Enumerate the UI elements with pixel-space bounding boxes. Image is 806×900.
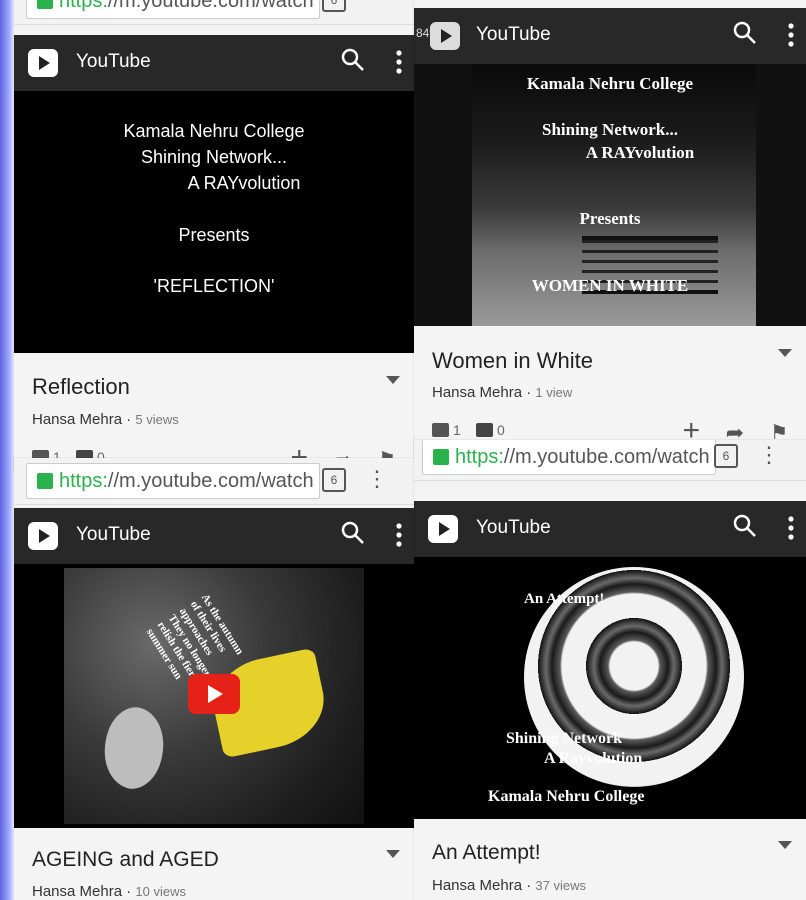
url-bar[interactable]: https://m.youtube.com/watch 6 <box>14 0 414 25</box>
more-options-icon[interactable] <box>392 520 406 550</box>
video-text-line: Shining Network... <box>541 120 679 139</box>
channel-info: Hansa Mehra · 10 views <box>32 883 186 900</box>
tab-switcher-button[interactable]: 6 <box>714 444 738 468</box>
video-title: AGEING and AGED <box>32 848 219 871</box>
video-text-line: 'REFLECTION' <box>153 276 275 296</box>
thumbs-up-icon <box>432 423 449 437</box>
video-text-line: A RAYvolution <box>585 143 695 162</box>
browser-menu-icon[interactable]: ⋮ <box>758 442 780 468</box>
youtube-title: YouTube <box>476 24 551 45</box>
expand-description-icon[interactable] <box>778 841 792 849</box>
search-icon[interactable] <box>340 47 366 73</box>
youtube-header: YouTube <box>14 35 414 91</box>
lock-icon <box>37 473 53 489</box>
more-options-icon[interactable] <box>784 513 798 543</box>
more-options-icon[interactable] <box>784 20 798 50</box>
video-player[interactable]: Kamala Nehru College Shining Network... … <box>14 91 414 353</box>
video-player[interactable]: As the autumn of their lives approaches … <box>14 564 414 828</box>
video-text-line: A RAYvolution <box>187 173 301 193</box>
video-info: Reflection Hansa Mehra · 5 views 1 0 + ➦… <box>14 353 414 470</box>
search-icon[interactable] <box>340 520 366 546</box>
view-count: 5 views <box>135 412 179 427</box>
video-title: An Attempt! <box>432 841 541 864</box>
channel-name[interactable]: Hansa Mehra <box>32 883 122 900</box>
channel-name[interactable]: Hansa Mehra <box>432 877 522 894</box>
video-text-line: Kamala Nehru College <box>123 121 305 141</box>
youtube-title: YouTube <box>476 517 551 538</box>
video-text-line: Kamala Nehru College <box>526 74 694 93</box>
video-text-line: Presents <box>178 225 250 245</box>
expand-description-icon[interactable] <box>778 349 792 357</box>
panel-reflection: https://m.youtube.com/watch 6 YouTube Ka… <box>14 0 414 470</box>
expand-description-icon[interactable] <box>386 376 400 384</box>
video-title: Women in White <box>432 348 593 373</box>
youtube-logo-icon[interactable] <box>28 49 58 77</box>
video-text-line: A Rayvolution <box>544 750 643 767</box>
video-title: Reflection <box>32 374 130 399</box>
dislike-button[interactable]: 0 <box>476 422 505 438</box>
channel-name[interactable]: Hansa Mehra <box>32 411 122 428</box>
search-icon[interactable] <box>732 20 758 46</box>
youtube-header: 84% YouTube <box>414 8 806 64</box>
video-player[interactable]: Kamala Nehru College Shining Network... … <box>414 64 806 326</box>
browser-menu-icon[interactable]: ⋮ <box>366 466 388 492</box>
url-field[interactable]: https://m.youtube.com/watch <box>26 463 320 499</box>
thumbs-down-icon <box>476 423 493 437</box>
channel-info: Hansa Mehra · 5 views <box>32 411 179 428</box>
video-text-line: WOMEN IN WHITE <box>531 276 689 295</box>
url-field[interactable]: https://m.youtube.com/watch <box>422 440 716 475</box>
video-text-line: Shining Network <box>506 730 623 747</box>
play-button[interactable] <box>188 674 240 714</box>
lock-icon <box>37 0 53 9</box>
video-text-line: Presents <box>579 209 641 228</box>
youtube-header: YouTube <box>414 501 806 557</box>
video-player[interactable]: An Attempt! Shining Network A Rayvolutio… <box>414 557 806 819</box>
tab-switcher-button[interactable]: 6 <box>322 0 346 12</box>
view-count: 10 views <box>135 884 186 899</box>
channel-name[interactable]: Hansa Mehra <box>432 384 522 401</box>
play-icon <box>208 685 223 703</box>
youtube-logo-icon[interactable] <box>28 522 58 550</box>
youtube-title: YouTube <box>76 51 151 72</box>
channel-info: Hansa Mehra · 37 views <box>432 877 586 894</box>
video-text-line: Kamala Nehru College <box>488 788 645 805</box>
panel-an-attempt: https://m.youtube.com/watch 6 ⋮ YouTube … <box>414 440 806 900</box>
url-bar[interactable]: https://m.youtube.com/watch 6 ⋮ <box>14 458 414 505</box>
view-count: 1 view <box>535 385 573 400</box>
tab-switcher-button[interactable]: 6 <box>322 468 346 492</box>
youtube-logo-icon[interactable] <box>430 22 460 50</box>
more-options-icon[interactable] <box>392 47 406 77</box>
panel-women-in-white: 84% YouTube Kamala Nehru College Shining… <box>414 0 806 462</box>
view-count: 37 views <box>535 878 586 893</box>
youtube-title: YouTube <box>76 524 151 545</box>
youtube-logo-icon[interactable] <box>428 515 458 543</box>
video-info: AGEING and AGED Hansa Mehra · 10 views <box>14 828 414 900</box>
panel-ageing-and-aged: https://m.youtube.com/watch 6 ⋮ YouTube … <box>14 458 414 900</box>
youtube-header: YouTube <box>14 508 414 564</box>
like-button[interactable]: 1 <box>432 422 461 438</box>
lock-icon <box>433 449 449 465</box>
url-field[interactable]: https://m.youtube.com/watch <box>26 0 320 19</box>
search-icon[interactable] <box>732 513 758 539</box>
video-text-line: Shining Network... <box>140 147 288 167</box>
video-text-line: An Attempt! <box>524 591 605 607</box>
expand-description-icon[interactable] <box>386 850 400 858</box>
url-bar[interactable]: https://m.youtube.com/watch 6 ⋮ <box>414 440 806 481</box>
leaf-illustration <box>92 700 176 796</box>
video-info: An Attempt! Hansa Mehra · 37 views <box>414 819 806 900</box>
channel-info: Hansa Mehra · 1 view <box>432 384 573 401</box>
